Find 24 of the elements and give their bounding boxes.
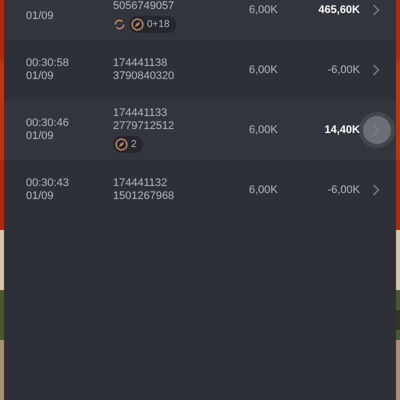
bet-amount: 6,00K — [249, 184, 279, 196]
round-id-text: 174441133 — [113, 107, 168, 120]
time-text: 00:30:46 — [26, 117, 70, 130]
round-id-text: 5056749057 — [113, 0, 174, 13]
bonus-badge: 2 — [113, 136, 143, 153]
win-amount: 14,40K — [324, 124, 360, 136]
win-amount: 465,60K — [317, 4, 360, 16]
date-text: 01/09 — [26, 190, 55, 203]
bet-amount: 6,00K — [249, 124, 279, 136]
round-id-text: 1501267968 — [113, 190, 174, 203]
win-amount: -6,00K — [326, 64, 360, 76]
time-text: 00:30:58 — [26, 57, 70, 70]
date-text: 01/09 — [26, 70, 55, 83]
round-id-text: 3790840320 — [113, 70, 174, 83]
round-id-text: 174441132 — [113, 177, 168, 190]
bet-amount: 6,00K — [249, 4, 279, 16]
date-text: 01/09 — [26, 130, 55, 143]
win-amount: -6,00K — [326, 184, 360, 196]
bet-amount: 6,00K — [249, 64, 279, 76]
date-text: 01/09 — [26, 10, 55, 23]
round-id-text: 174441138 — [113, 57, 168, 70]
round-id-text: 2779712512 — [113, 120, 174, 133]
time-text: 00:30:43 — [26, 177, 70, 190]
bonus-badge: 0+18 — [129, 16, 176, 33]
